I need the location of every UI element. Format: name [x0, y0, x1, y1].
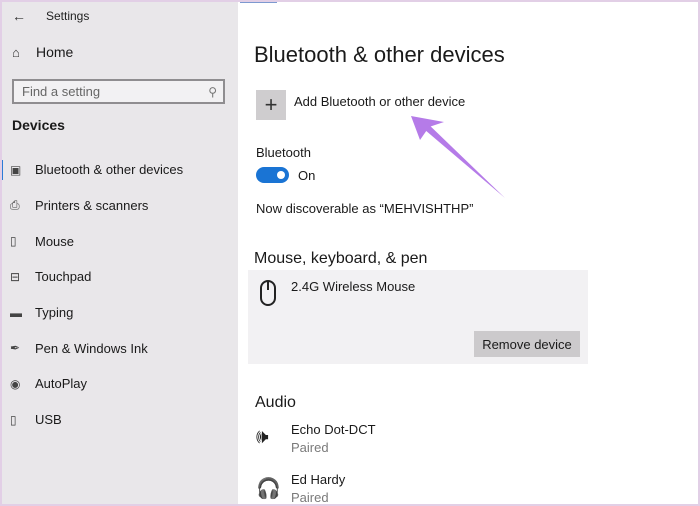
- device-name: 2.4G Wireless Mouse: [291, 279, 416, 294]
- device-item-echo-dot[interactable]: 🕪 Echo Dot-DCT Paired: [256, 422, 376, 455]
- autoplay-icon: ◉: [10, 376, 21, 391]
- device-status: Paired: [291, 440, 329, 455]
- plus-icon: +: [256, 90, 286, 120]
- touchpad-icon: ⊟: [10, 269, 21, 284]
- main-panel: Bluetooth & other devices + Add Bluetoot…: [238, 0, 700, 506]
- mouse-icon: [260, 280, 276, 306]
- bluetooth-label: Bluetooth: [256, 145, 311, 160]
- bluetooth-toggle-row: On: [256, 167, 315, 183]
- search-input[interactable]: [22, 84, 209, 99]
- pen-icon: ✒: [10, 341, 21, 356]
- sidebar-item-typing[interactable]: ▬ Typing: [0, 295, 238, 331]
- sidebar-item-home[interactable]: ⌂ Home: [12, 44, 73, 60]
- section-heading: Devices: [12, 117, 65, 133]
- sidebar-item-label: Printers & scanners: [35, 198, 149, 214]
- keyboard-icon: ▬: [10, 305, 22, 320]
- printer-icon: ⎙: [10, 198, 20, 213]
- sidebar-item-label: Pen & Windows Ink: [35, 340, 148, 356]
- sidebar-item-label: Mouse: [35, 233, 75, 249]
- sidebar-item-bluetooth[interactable]: ▣ Bluetooth & other devices: [0, 152, 238, 188]
- remove-device-button[interactable]: Remove device: [474, 331, 580, 357]
- home-label: Home: [36, 44, 74, 60]
- sidebar-item-usb[interactable]: ▯ USB: [0, 402, 238, 438]
- device-name: Echo Dot-DCT: [291, 422, 376, 437]
- sidebar-item-pen[interactable]: ✒ Pen & Windows Ink: [0, 330, 238, 366]
- bluetooth-state: On: [298, 167, 316, 183]
- sidebar-item-label: Bluetooth & other devices: [35, 162, 184, 178]
- device-status: Paired: [291, 490, 329, 505]
- add-device-label: Add Bluetooth or other device: [294, 93, 466, 109]
- sidebar-item-mouse[interactable]: ▯ Mouse: [0, 223, 238, 259]
- speaker-icon: 🕪: [256, 426, 269, 448]
- sidebar-item-autoplay[interactable]: ◉ AutoPlay: [0, 366, 238, 402]
- bluetooth-toggle[interactable]: [256, 167, 289, 183]
- mouse-icon: ▯: [10, 234, 17, 249]
- add-device-button[interactable]: + Add Bluetooth or other device: [256, 90, 465, 120]
- sidebar-item-label: USB: [35, 412, 62, 428]
- device-item-ed-hardy[interactable]: 🎧 Ed Hardy Paired: [256, 472, 345, 505]
- search-icon[interactable]: ⚲: [208, 85, 217, 99]
- sidebar-nav: ▣ Bluetooth & other devices ⎙ Printers &…: [0, 152, 238, 438]
- sidebar-item-label: Touchpad: [35, 269, 92, 285]
- search-box[interactable]: ⚲: [12, 79, 225, 104]
- app-title: Settings: [46, 9, 90, 23]
- home-icon: ⌂: [12, 44, 20, 60]
- usb-icon: ▯: [10, 412, 17, 427]
- input-devices-heading: Mouse, keyboard, & pen: [254, 250, 428, 267]
- sidebar-item-label: AutoPlay: [35, 376, 88, 392]
- page-title: Bluetooth & other devices: [254, 42, 505, 67]
- bluetooth-devices-icon: ▣: [10, 162, 22, 177]
- discoverable-text: Now discoverable as “MEHVISHTHP”: [256, 201, 474, 216]
- title-bar: ← Settings: [12, 6, 89, 26]
- device-item-mouse[interactable]: 2.4G Wireless Mouse Remove device: [248, 270, 588, 364]
- sidebar-item-label: Typing: [35, 305, 74, 321]
- device-name: Ed Hardy: [291, 472, 346, 487]
- audio-heading: Audio: [255, 394, 296, 411]
- sidebar-item-touchpad[interactable]: ⊟ Touchpad: [0, 259, 238, 295]
- headset-icon: 🎧: [256, 478, 281, 500]
- sidebar-item-printers[interactable]: ⎙ Printers & scanners: [0, 188, 238, 224]
- sidebar: ← Settings ⌂ Home ⚲ Devices ▣ Bluetooth …: [0, 0, 238, 506]
- window-accent-bar: [240, 0, 277, 3]
- back-arrow-icon[interactable]: ←: [12, 8, 32, 24]
